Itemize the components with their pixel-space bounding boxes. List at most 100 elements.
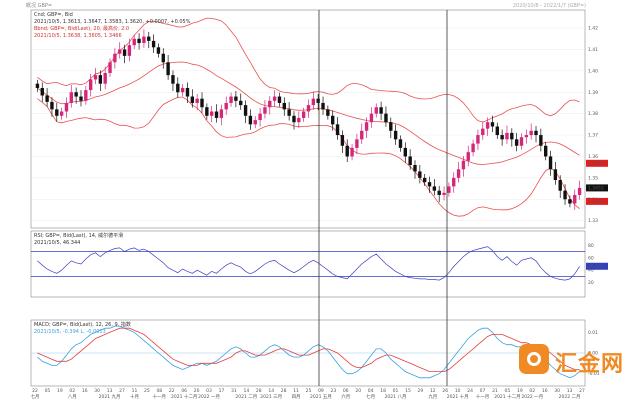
candle-body <box>369 113 374 123</box>
candle-body <box>398 139 403 148</box>
candle-body <box>272 96 277 101</box>
candle-body <box>248 115 253 125</box>
candle-body <box>563 190 567 200</box>
price-y-axis: 1.421.411.401.391.381.371.361.351.341.33 <box>588 26 598 225</box>
candle-body <box>481 128 485 136</box>
x-tick-month: 2021 五月 <box>310 394 332 400</box>
candle-body <box>122 49 127 56</box>
candle-body <box>118 49 122 54</box>
candle-body <box>282 102 286 110</box>
candle-body <box>40 87 44 96</box>
candle-body <box>505 132 509 140</box>
candle-body <box>471 143 475 153</box>
candle-body <box>476 135 480 144</box>
candle-body <box>98 75 103 84</box>
x-tick-day: 13 <box>567 388 573 394</box>
candle-body <box>50 101 54 110</box>
candle-body <box>577 187 582 195</box>
x-axis: 22七月05 19 02八月16 30 132021 九月27 11十月25 08十一月22… <box>31 388 585 400</box>
candle-body <box>326 109 330 116</box>
candle-body <box>500 135 504 140</box>
price-y-tick: 1.42 <box>588 26 598 32</box>
candle-body <box>490 122 495 127</box>
x-tick-day: 28 <box>281 388 287 394</box>
watermark-text: 汇金网 <box>555 352 625 377</box>
x-tick-day: 14 <box>268 388 274 394</box>
x-tick-month: 八月 <box>68 394 77 400</box>
candle-body <box>253 120 257 125</box>
candle-body <box>132 38 136 46</box>
x-tick-day: 09 <box>318 388 324 394</box>
candle-body <box>558 179 562 191</box>
tag-high-value: 1.3568 <box>588 161 604 167</box>
candle-body <box>137 38 141 44</box>
candle-body <box>345 145 349 157</box>
x-tick-day: 25 <box>306 388 312 394</box>
macd-value-label: 2021/10/5, -0.394 L, -0.0013 <box>34 329 106 335</box>
candle-body <box>301 111 306 118</box>
candle-body <box>103 72 107 84</box>
candle-body <box>69 92 73 103</box>
candle-body <box>59 111 64 116</box>
rsi-panel <box>30 230 586 298</box>
candle-body <box>432 186 437 191</box>
candle-body <box>113 53 117 63</box>
price-y-tick: 1.36 <box>588 154 598 160</box>
candle-body <box>534 130 538 136</box>
candle-body <box>548 156 553 170</box>
candle-body <box>93 75 98 80</box>
x-tick-day: 30 <box>554 388 560 394</box>
x-tick-month: 六月 <box>341 393 350 400</box>
candle-body <box>461 160 466 170</box>
rsi-tag-value: 46.344 <box>588 264 604 270</box>
logo-badge-icon <box>519 344 549 374</box>
candle-body <box>84 90 88 101</box>
candle-body <box>374 107 378 114</box>
price-y-tick: 1.37 <box>588 133 598 139</box>
candle-body <box>529 130 533 136</box>
price-y-tick: 1.40 <box>588 68 598 74</box>
x-tick-day: 04 <box>368 388 374 394</box>
candle-body <box>514 139 519 146</box>
x-tick-day: 11 <box>132 388 138 394</box>
watermark-logo: 汇金网 <box>519 344 637 377</box>
macd-y-tick: 0.01 <box>588 330 598 336</box>
candle-body <box>108 62 112 73</box>
x-tick-day: 20 <box>194 388 200 394</box>
rsi-y-tick: 20 <box>588 280 594 286</box>
candle-body <box>495 126 499 136</box>
candle-body <box>147 36 151 41</box>
candle-body <box>437 190 441 195</box>
candle-body <box>166 62 170 76</box>
candle-body <box>573 194 577 204</box>
x-tick-month: 2021 三月 <box>260 394 282 400</box>
x-tick-day: 28 <box>256 388 262 394</box>
rsi-value-label: 2021/10/5, 46.344 <box>34 240 80 246</box>
candle-body <box>127 45 132 56</box>
candle-body <box>360 130 364 140</box>
rsi-y-tick: 60 <box>588 255 594 261</box>
rsi-header: RSI; GBP=, Bid(Last), 14, 威尔德平滑 <box>34 232 123 239</box>
x-tick-day: 27 <box>119 388 125 394</box>
candle-body <box>335 124 340 136</box>
candle-body <box>74 92 78 97</box>
candle-body <box>485 122 490 129</box>
x-tick-day: 19 <box>57 388 63 394</box>
x-tick-month: 七月 <box>31 393 40 400</box>
candle-body <box>297 117 301 123</box>
bband-legend-line2: 2021/10/5, 1.3638, 1.3605, 1.3466 <box>34 33 122 39</box>
x-tick-day: 07 <box>480 388 486 394</box>
candle-body <box>142 36 146 44</box>
x-tick-month: 2022 二月 <box>559 394 581 400</box>
x-tick-day: 08 <box>156 388 162 394</box>
x-tick-day: 25 <box>144 388 150 394</box>
candle-body <box>553 169 558 180</box>
candle-body <box>200 98 204 108</box>
candle-body <box>355 139 359 148</box>
x-tick-day: 16 <box>82 388 88 394</box>
candle-body <box>190 96 195 103</box>
x-tick-month: 四月 <box>292 394 301 400</box>
top-right-label: 2020/10/8 - 2022/1/7 (GBP=) <box>513 3 586 9</box>
candle-body <box>442 192 446 195</box>
rsi-y-tick: 80 <box>588 243 594 249</box>
